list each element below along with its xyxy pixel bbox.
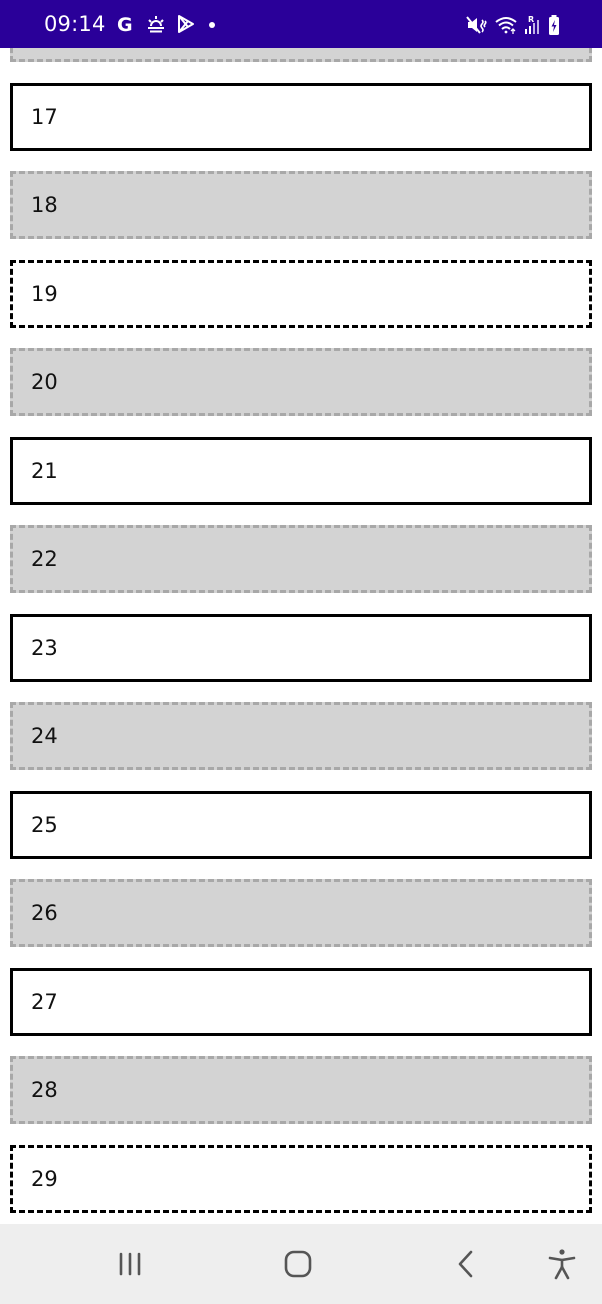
mute-vibrate-icon — [466, 15, 488, 35]
home-button[interactable] — [276, 1244, 320, 1284]
list-item[interactable]: 23 — [10, 613, 592, 682]
list-item[interactable]: 29 — [10, 1144, 592, 1213]
list-item-label: 22 — [31, 547, 58, 571]
list-item[interactable]: 16 — [10, 48, 592, 62]
wifi-icon — [494, 15, 518, 35]
list-item-label: 20 — [31, 370, 58, 394]
navigation-bar — [0, 1224, 602, 1304]
list-item[interactable]: 17 — [10, 82, 592, 151]
list-item-label: 19 — [31, 281, 58, 306]
recent-apps-icon — [115, 1250, 145, 1278]
list-item[interactable]: 27 — [10, 967, 592, 1036]
list-item-label: 18 — [31, 193, 58, 217]
list-item[interactable]: 24 — [10, 702, 592, 770]
list-item-label: 25 — [31, 812, 58, 837]
list-item-label: 29 — [31, 1166, 58, 1191]
accessibility-icon — [547, 1248, 577, 1280]
notification-dot-icon — [206, 14, 218, 34]
status-right-group: R — [466, 12, 560, 38]
list-item-label: 24 — [31, 724, 58, 748]
google-g-icon: G — [116, 14, 136, 34]
list-item[interactable]: 19 — [10, 259, 592, 328]
list-item-label: 26 — [31, 901, 58, 925]
item-list[interactable]: 16 17 18 19 20 21 22 23 24 25 26 27 28 2… — [0, 48, 602, 1224]
list-item[interactable]: 28 — [10, 1056, 592, 1124]
accessibility-button[interactable] — [540, 1244, 584, 1284]
list-item[interactable]: 25 — [10, 790, 592, 859]
back-button[interactable] — [444, 1244, 488, 1284]
list-item-label: 23 — [31, 635, 58, 660]
back-icon — [454, 1249, 478, 1279]
home-icon — [283, 1249, 313, 1279]
list-item[interactable]: 22 — [10, 525, 592, 593]
sunrise-weather-icon — [146, 14, 166, 34]
play-store-icon — [176, 14, 196, 34]
list-item-label: 28 — [31, 1078, 58, 1102]
status-time: 09:14 — [44, 12, 106, 36]
list-item[interactable]: 20 — [10, 348, 592, 416]
list-item-label: 27 — [31, 989, 58, 1014]
list-item-label: 21 — [31, 458, 58, 483]
list-item[interactable]: 21 — [10, 436, 592, 505]
svg-text:G: G — [117, 14, 133, 34]
battery-charging-icon — [548, 14, 560, 36]
status-left-group: 09:14 G — [44, 10, 218, 38]
list-item[interactable]: 26 — [10, 879, 592, 947]
svg-text:R: R — [528, 15, 534, 24]
list-item[interactable]: 18 — [10, 171, 592, 239]
list-item-label: 17 — [31, 104, 58, 129]
status-bar: 09:14 G R — [0, 0, 602, 48]
roaming-signal-icon: R — [524, 14, 542, 36]
recent-apps-button[interactable] — [108, 1244, 152, 1284]
